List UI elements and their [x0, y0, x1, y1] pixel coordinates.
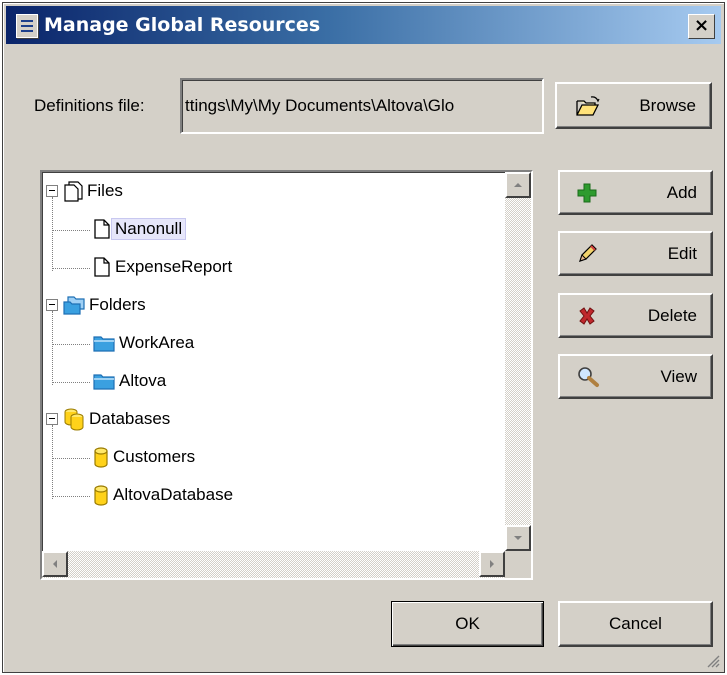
tree-connector-line: [52, 344, 90, 345]
edit-label: Edit: [667, 243, 697, 263]
resize-grip-icon[interactable]: [706, 654, 720, 668]
edit-button[interactable]: Edit: [558, 231, 713, 276]
plus-icon: [576, 172, 598, 213]
collapse-toggle-files[interactable]: [46, 185, 58, 197]
delete-x-icon: [576, 295, 598, 336]
resources-tree[interactable]: Files Nanonull ExpenseReport Folders WorkAre…: [40, 170, 533, 580]
definitions-file-field[interactable]: ttings\My\My Documents\Altova\Glo: [180, 78, 544, 134]
browse-label: Browse: [639, 95, 696, 115]
tree-group-label: Files: [87, 181, 123, 200]
magnifier-icon: [576, 356, 600, 397]
tree-item[interactable]: Altova: [92, 364, 169, 398]
tree-item-label: Customers: [113, 447, 196, 466]
tree-item-label: Altova: [119, 371, 167, 390]
tree-item[interactable]: Nanonull: [92, 212, 187, 246]
tree-item-label: Nanonull: [110, 218, 187, 240]
folder-icon: [92, 371, 116, 391]
files-group-icon: [62, 180, 84, 202]
ok-label: OK: [455, 614, 480, 633]
tree-item[interactable]: ExpenseReport: [92, 250, 235, 284]
tree-item-label: ExpenseReport: [115, 257, 233, 276]
databases-group-icon: [62, 407, 86, 431]
tree-item-label: WorkArea: [119, 333, 195, 352]
tree-item[interactable]: Customers: [92, 440, 198, 474]
dialog-title: Manage Global Resources: [44, 14, 321, 36]
tree-item-label: AltovaDatabase: [113, 485, 234, 504]
scroll-left-button[interactable]: [42, 551, 68, 577]
view-label: View: [660, 366, 697, 386]
add-button[interactable]: Add: [558, 170, 713, 215]
scroll-corner: [505, 551, 531, 578]
delete-button[interactable]: Delete: [558, 293, 713, 338]
open-folder-icon: [575, 84, 601, 127]
dialog-app-icon: [16, 14, 38, 38]
close-button[interactable]: ×: [688, 14, 715, 39]
file-icon: [92, 256, 112, 278]
pencil-icon: [576, 233, 598, 274]
database-icon: [92, 446, 110, 468]
definitions-file-label: Definitions file:: [34, 96, 145, 115]
tree-group-databases[interactable]: Databases: [62, 402, 173, 436]
collapse-toggle-folders[interactable]: [46, 299, 58, 311]
tree-connector-line: [52, 268, 90, 269]
manage-global-resources-dialog: Manage Global Resources × Definitions fi…: [2, 2, 725, 673]
tree-group-label: Databases: [89, 409, 171, 428]
title-bar[interactable]: Manage Global Resources ×: [6, 6, 721, 44]
scroll-up-button[interactable]: [505, 172, 531, 198]
scroll-right-button[interactable]: [479, 551, 505, 577]
tree-group-label: Folders: [89, 295, 146, 314]
tree-connector-line: [52, 311, 53, 385]
tree-group-folders[interactable]: Folders: [62, 288, 149, 322]
cancel-label: Cancel: [609, 614, 662, 633]
vertical-scrollbar[interactable]: [505, 172, 531, 551]
tree-group-files[interactable]: Files: [62, 174, 126, 208]
tree-item[interactable]: WorkArea: [92, 326, 197, 360]
ok-button[interactable]: OK: [391, 601, 544, 647]
delete-label: Delete: [647, 305, 697, 325]
view-button[interactable]: View: [558, 354, 713, 399]
cancel-button[interactable]: Cancel: [558, 601, 713, 647]
scroll-down-button[interactable]: [505, 525, 531, 551]
tree-connector-line: [52, 458, 90, 459]
tree-connector-line: [52, 230, 90, 231]
tree-connector-line: [52, 197, 53, 271]
horizontal-scrollbar[interactable]: [42, 551, 505, 578]
tree-connector-line: [52, 496, 90, 497]
add-label: Add: [666, 182, 697, 202]
collapse-toggle-databases[interactable]: [46, 413, 58, 425]
tree-item[interactable]: AltovaDatabase: [92, 478, 236, 512]
folder-icon: [92, 333, 116, 353]
browse-button[interactable]: Browse: [555, 82, 712, 129]
database-icon: [92, 484, 110, 506]
file-icon: [92, 218, 112, 240]
folders-group-icon: [62, 294, 86, 316]
tree-connector-line: [52, 382, 90, 383]
tree-connector-line: [52, 425, 53, 499]
